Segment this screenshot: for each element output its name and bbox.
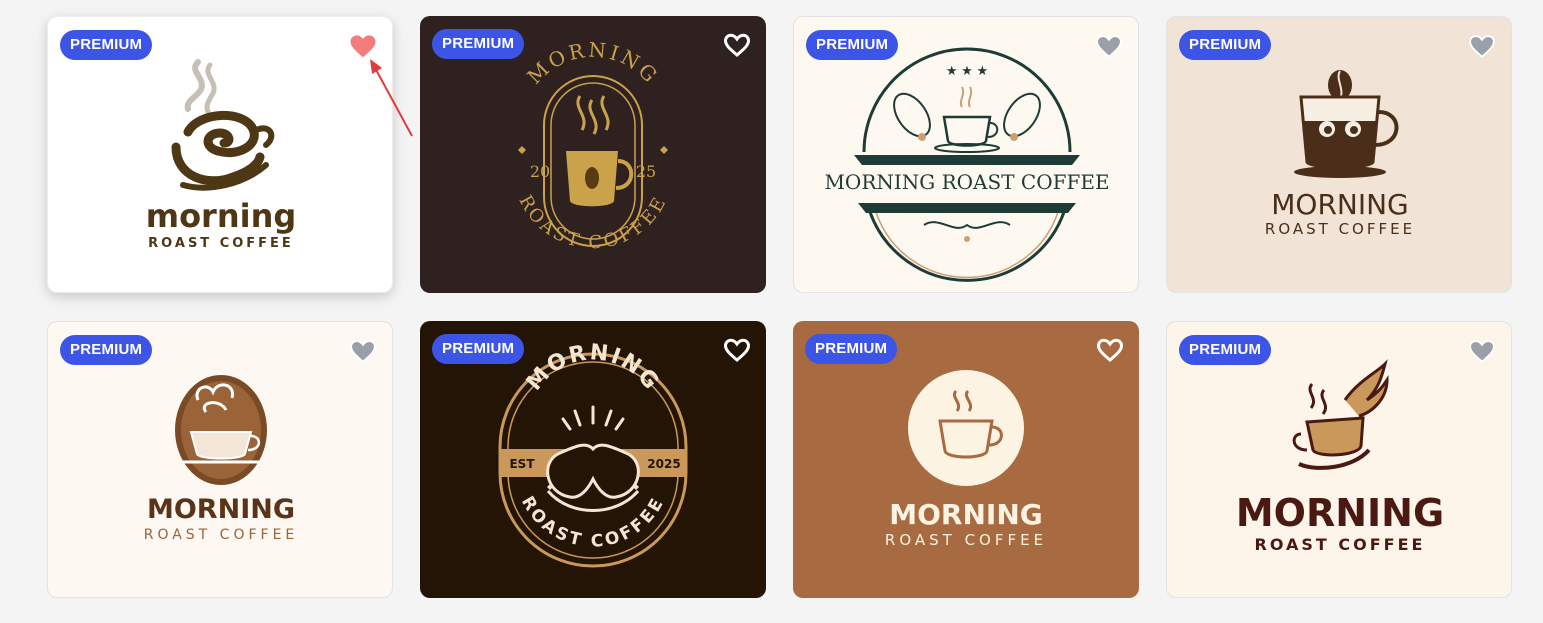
favorite-heart-icon[interactable] — [1467, 336, 1497, 366]
favorite-heart-icon[interactable] — [1094, 31, 1124, 61]
premium-badge: PREMIUM — [806, 30, 899, 60]
favorite-heart-icon[interactable] — [1467, 31, 1497, 61]
logo-line1: MORNING — [1236, 491, 1444, 535]
premium-badge: PREMIUM — [60, 30, 153, 60]
svg-text:★ ★ ★: ★ ★ ★ — [946, 63, 988, 78]
logo-line2: ROAST COFFEE — [885, 531, 1047, 549]
premium-badge: PREMIUM — [805, 334, 898, 364]
logo-line2: ROAST COFFEE — [148, 236, 294, 251]
premium-badge: PREMIUM — [1179, 30, 1272, 60]
logo-card-8[interactable]: MORNING ROAST COFFEE PREMIUM — [1166, 321, 1512, 598]
logo-line1: MORNING — [889, 498, 1043, 531]
premium-badge: PREMIUM — [1179, 335, 1272, 365]
logo-card-5[interactable]: MORNING ROAST COFFEE PREMIUM — [47, 321, 393, 598]
favorite-heart-icon[interactable] — [348, 336, 378, 366]
logo-line2: ROAST COFFEE — [1255, 535, 1426, 554]
logo-year-right: 25 — [636, 162, 656, 181]
logo-card-7[interactable]: MORNING ROAST COFFEE PREMIUM — [793, 321, 1139, 598]
logo-line1: MORNING — [1271, 188, 1409, 221]
logo-year: 2025 — [647, 457, 680, 471]
logo-grid: morning ROAST COFFEE PREMIUM MORNING ROA… — [0, 0, 1543, 623]
logo-bottom-text: ROAST COFFEE — [517, 493, 666, 552]
logo-line1: morning — [146, 197, 297, 235]
premium-badge: PREMIUM — [432, 334, 525, 364]
svg-text:MORNING: MORNING — [522, 37, 664, 88]
logo-est: EST — [509, 457, 535, 471]
logo-year-left: 20 — [530, 162, 550, 181]
favorite-heart-icon[interactable] — [1095, 335, 1125, 365]
logo-card-6[interactable]: MORNING ROAST COFFEE EST 2025 PREMIUM — [420, 321, 766, 598]
premium-badge: PREMIUM — [432, 29, 525, 59]
favorite-heart-icon[interactable] — [722, 335, 752, 365]
favorite-heart-icon[interactable] — [348, 31, 378, 61]
logo-card-3[interactable]: ★ ★ ★ MORNING ROAST COFFEE PREMIUM — [793, 16, 1139, 293]
logo-card-4[interactable]: MORNING ROAST COFFEE PREMIUM — [1166, 16, 1512, 293]
logo-line2: ROAST COFFEE — [144, 527, 299, 543]
logo-line1: MORNING ROAST COFFEE — [824, 170, 1109, 194]
logo-line2: ROAST COFFEE — [1265, 220, 1415, 238]
logo-line1: MORNING — [147, 494, 295, 525]
premium-badge: PREMIUM — [60, 335, 153, 365]
favorite-heart-icon[interactable] — [722, 30, 752, 60]
logo-card-1[interactable]: morning ROAST COFFEE PREMIUM — [47, 16, 393, 293]
logo-top-text: MORNING — [522, 37, 661, 88]
logo-card-2[interactable]: MORNING ROAST COFFEE 20 25 PREMIUM — [420, 16, 766, 293]
svg-text:ROAST COFFEE: ROAST COFFEE — [517, 493, 669, 552]
